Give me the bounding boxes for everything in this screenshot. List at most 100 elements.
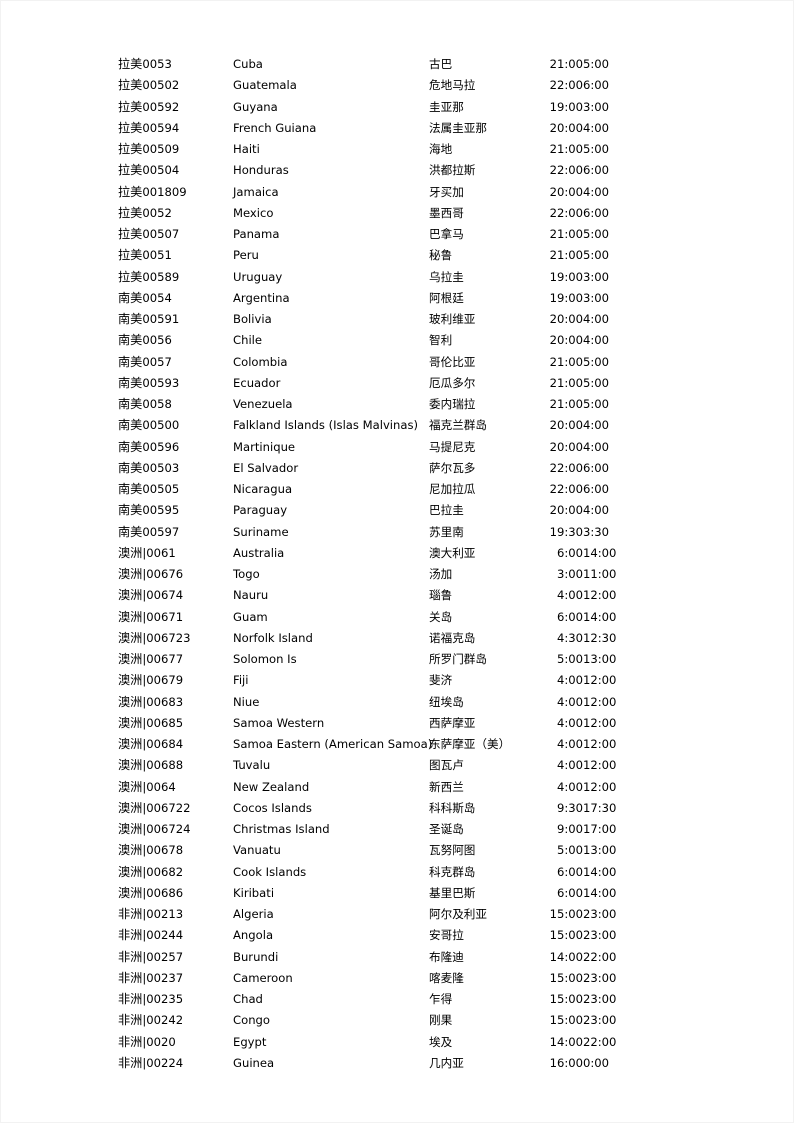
country-name-en: Guyana [233,99,278,114]
table-row: 拉美0053 Cuba 古巴 21:00 5:00 [118,54,648,75]
local-time-a: 15:00 [549,970,583,985]
region-name: 澳洲 [118,673,143,688]
country-name-en: New Zealand [233,779,310,794]
table-row: 拉美00589 Uruguay 乌拉圭 19:00 3:00 [118,267,648,288]
country-name-en: Chad [233,992,263,1006]
country-name-zh: 萨尔瓦多 [429,460,476,475]
dial-code: 00504 [142,163,180,178]
country-name-zh: 乌拉圭 [429,269,464,284]
region-code-cell: 澳洲|00683 [118,692,233,713]
local-time-a: 19:30 [549,524,583,539]
region-name: 南美 [118,354,143,369]
country-name-zh: 新西兰 [429,779,464,794]
local-time-a: 20:00 [549,333,583,348]
dial-code: 0058 [142,397,172,411]
table-row: 澳洲|0064 New Zealand 新西兰 4:00 12:00 [118,777,648,798]
region-name: 拉美 [118,78,143,93]
country-name-zh: 秘鲁 [429,248,453,263]
dial-code: 00674 [146,588,184,603]
dial-code: 00509 [142,142,180,156]
country-name-en: Honduras [233,163,289,178]
country-name-en: Norfolk Island [233,630,313,645]
country-name-en: Mexico [233,205,274,220]
country-name-en: Cameroon [233,970,293,985]
region-code-cell: 南美00500 [118,415,233,436]
local-time-a: 5:00 [556,843,583,858]
country-name-zh: 安哥拉 [429,928,464,943]
local-time-a: 14:00 [549,949,583,964]
country-name-zh: 阿根廷 [429,290,464,305]
dial-code: 0052 [142,205,172,220]
local-time-a: 5:00 [556,652,583,666]
country-name-en: Colombia [233,354,288,369]
table-row: 南美00505 Nicaragua 尼加拉瓜 22:00 6:00 [118,479,648,500]
region-code-cell: 非洲|00213 [118,904,233,925]
table-row: 澳洲|00684 Samoa Eastern (American Samoa) 东萨… [118,734,648,755]
region-code-cell: 南美00595 [118,500,233,521]
country-name-zh: 所罗门群岛 [429,652,487,666]
dial-code: 0051 [142,248,172,263]
dial-code: 00244 [146,928,184,943]
local-time-b: 23:00 [583,970,617,985]
country-name-en: Uruguay [233,269,283,284]
local-time-b: 14:00 [583,545,617,560]
country-name-en: El Salvador [233,460,299,475]
dial-code: 00593 [142,375,180,390]
local-time-b: 22:00 [583,1034,617,1049]
region-code-cell: 南美00591 [118,309,233,330]
region-code-cell: 南美0058 [118,394,233,415]
timezone-table-container: 拉美0053 Cuba 古巴 21:00 5:00 拉美00502 Guatemala 危地马… [118,54,648,1074]
country-name-zh: 马提尼克 [429,439,476,454]
country-name-zh: 瓦努阿图 [429,843,476,858]
local-time-a: 20:00 [549,184,583,199]
country-name-zh: 刚果 [429,1013,453,1028]
country-name-zh: 危地马拉 [429,78,476,93]
local-time-a: 4:00 [556,588,583,603]
dial-code: 0020 [146,1034,176,1049]
region-code-cell: 澳洲|00676 [118,564,233,585]
country-name-en: Suriname [233,524,289,539]
country-name-zh: 哥伦比亚 [429,354,476,369]
region-code-cell: 拉美00504 [118,160,233,181]
local-time-a: 4:00 [556,737,583,751]
region-code-cell: 非洲|00257 [118,947,233,968]
region-name: 拉美 [118,99,143,114]
dial-code: 00677 [146,652,184,666]
local-time-a: 4:00 [556,758,583,773]
local-time-b: 3:30 [583,524,610,539]
dial-code: 00237 [146,970,184,985]
local-time-a: 20:00 [549,418,583,433]
country-name-en: Ecuador [233,375,281,390]
country-name-en: Kiribati [233,885,275,900]
region-code-cell: 澳洲|00671 [118,607,233,628]
dial-code: 006722 [146,800,191,815]
local-time-b: 4:00 [583,312,610,326]
region-name: 拉美 [118,269,143,284]
local-time-b: 5:00 [583,397,610,411]
region-name: 非洲 [118,992,143,1006]
region-code-cell: 非洲|0020 [118,1032,233,1053]
country-name-en: French Guiana [233,120,317,135]
table-row: 非洲|00237 Cameroon 喀麦隆 15:00 23:00 [118,968,648,989]
table-row: 拉美0052 Mexico 墨西哥 22:00 6:00 [118,203,648,224]
country-name-zh: 澳大利亚 [429,545,476,560]
country-name-zh: 东萨摩亚（美） [429,737,511,751]
country-name-zh: 厄瓜多尔 [429,375,476,390]
country-name-zh: 汤加 [429,567,453,581]
local-time-a: 21:00 [549,397,583,411]
dial-code: 00213 [146,907,184,921]
dial-code: 0057 [142,354,172,369]
local-time-b: 14:00 [583,609,617,624]
region-name: 澳洲 [118,822,143,836]
dial-code: 00505 [142,482,180,496]
region-code-cell: 拉美0051 [118,245,233,266]
country-name-zh: 洪都拉斯 [429,163,476,178]
region-name: 非洲 [118,949,143,964]
table-row: 非洲|00213 Algeria 阿尔及利亚 15:00 23:00 [118,904,648,925]
region-code-cell: 南美00593 [118,373,233,394]
local-time-b: 11:00 [583,567,617,581]
region-code-cell: 澳洲|00688 [118,755,233,776]
local-time-b: 17:30 [583,800,617,815]
local-time-a: 14:00 [549,1034,583,1049]
local-time-b: 23:00 [583,928,617,943]
